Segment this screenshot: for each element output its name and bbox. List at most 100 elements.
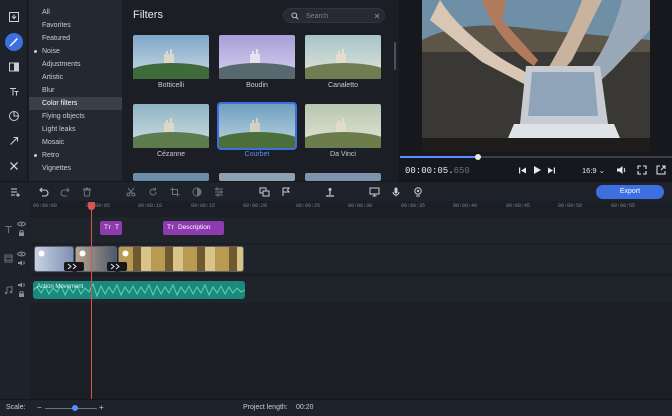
eye-icon[interactable] bbox=[17, 221, 26, 227]
filters-scrollbar[interactable] bbox=[394, 42, 396, 70]
magic-wand-icon[interactable] bbox=[5, 33, 23, 51]
category-noise[interactable]: Noise bbox=[29, 45, 122, 58]
playhead-handle[interactable] bbox=[88, 202, 95, 210]
lock-icon[interactable] bbox=[17, 230, 26, 236]
category-label: Featured bbox=[42, 35, 71, 42]
title-clip[interactable]: Tт Description bbox=[163, 221, 224, 235]
cut-icon[interactable] bbox=[125, 186, 137, 198]
zoom-in-icon[interactable]: + bbox=[99, 403, 104, 412]
microphone-icon[interactable] bbox=[390, 186, 402, 198]
tools-icon[interactable] bbox=[5, 157, 23, 175]
zoom-slider[interactable] bbox=[45, 408, 97, 409]
filter-thumbnail[interactable] bbox=[219, 173, 295, 181]
flag-marker-icon[interactable] bbox=[280, 186, 292, 198]
time-ruler[interactable]: 00:00:00 00:00:05 00:00:10 00:00:15 00:0… bbox=[30, 201, 672, 213]
ruler-tick: 00:00:40 bbox=[453, 203, 478, 209]
color-adjust-icon[interactable] bbox=[191, 186, 203, 198]
category-label: Favorites bbox=[42, 22, 71, 29]
filter-thumbnail-courbet[interactable] bbox=[217, 102, 297, 150]
aspect-ratio-dropdown[interactable]: 16:9 ⌄ bbox=[582, 166, 605, 175]
skip-forward-icon[interactable] bbox=[547, 166, 556, 175]
add-track-icon[interactable] bbox=[9, 186, 21, 198]
category-featured[interactable]: Featured bbox=[29, 32, 122, 45]
category-all[interactable]: All bbox=[29, 6, 122, 19]
category-label: Noise bbox=[42, 48, 60, 55]
ruler-tick: 00:00:25 bbox=[296, 203, 321, 209]
timecode-ms: 650 bbox=[453, 166, 470, 176]
speaker-icon[interactable] bbox=[17, 260, 26, 266]
filter-thumbnail[interactable] bbox=[305, 173, 381, 181]
filter-thumbnail-cezanne[interactable] bbox=[133, 104, 209, 148]
transition-icon[interactable] bbox=[107, 262, 127, 271]
speaker-icon[interactable] bbox=[17, 282, 26, 288]
zoom-slider-knob[interactable] bbox=[72, 405, 78, 411]
category-artistic[interactable]: Artistic bbox=[29, 71, 122, 84]
export-button[interactable]: Export bbox=[596, 185, 664, 199]
undo-icon[interactable] bbox=[37, 186, 49, 198]
lock-icon[interactable] bbox=[17, 291, 26, 297]
category-blur[interactable]: Blur bbox=[29, 84, 122, 97]
aspect-ratio-value: 16:9 bbox=[582, 166, 597, 175]
castle-icon bbox=[247, 47, 263, 63]
category-vignettes[interactable]: Vignettes bbox=[29, 162, 122, 175]
clear-search-icon[interactable] bbox=[374, 13, 380, 19]
delete-icon[interactable] bbox=[81, 186, 93, 198]
title-clip-icon: Tт bbox=[167, 224, 174, 231]
filter-thumbnail-boudin[interactable] bbox=[219, 35, 295, 79]
title-clip-label: T bbox=[115, 224, 119, 231]
overlay-icon[interactable] bbox=[258, 186, 270, 198]
category-favorites[interactable]: Favorites bbox=[29, 19, 122, 32]
redo-icon[interactable] bbox=[59, 186, 71, 198]
category-mosaic[interactable]: Mosaic bbox=[29, 136, 122, 149]
filter-thumbnail-botticelli[interactable] bbox=[133, 35, 209, 79]
title-clip[interactable]: Tт T bbox=[100, 221, 122, 235]
castle-icon bbox=[161, 47, 177, 63]
category-flying-objects[interactable]: Flying objects bbox=[29, 110, 122, 123]
timecode-main: 00:00:05. bbox=[405, 166, 454, 176]
clip-effect-icon bbox=[38, 250, 45, 257]
category-retro[interactable]: Retro bbox=[29, 149, 122, 162]
playhead[interactable] bbox=[91, 203, 92, 399]
castle-icon bbox=[247, 116, 263, 132]
castle-icon bbox=[161, 116, 177, 132]
screen-record-icon[interactable] bbox=[368, 186, 380, 198]
transition-icon[interactable] bbox=[64, 262, 84, 271]
rotate-icon[interactable] bbox=[147, 186, 159, 198]
filter-category-list: All Favorites Featured Noise Adjustments… bbox=[29, 0, 149, 181]
play-icon[interactable] bbox=[532, 165, 542, 175]
search-input[interactable] bbox=[306, 11, 370, 21]
fullscreen-icon[interactable] bbox=[637, 165, 647, 175]
transitions-icon[interactable] bbox=[5, 58, 23, 76]
search-box[interactable] bbox=[283, 8, 385, 23]
crop-icon[interactable] bbox=[169, 186, 181, 198]
castle-icon bbox=[333, 116, 349, 132]
playback-progress-knob[interactable] bbox=[475, 154, 481, 160]
tool-rail bbox=[0, 0, 28, 181]
category-color-filters[interactable]: Color filters bbox=[29, 97, 122, 110]
clip-properties-icon[interactable] bbox=[213, 186, 225, 198]
arrow-icon[interactable] bbox=[5, 132, 23, 150]
audio-clip[interactable]: Action Movement bbox=[33, 281, 245, 299]
stabilize-icon[interactable] bbox=[324, 186, 336, 198]
zoom-out-icon[interactable]: − bbox=[37, 403, 42, 412]
ruler-tick: 00:00:50 bbox=[558, 203, 583, 209]
titles-icon[interactable] bbox=[5, 83, 23, 101]
video-clip[interactable] bbox=[118, 246, 244, 272]
webcam-icon[interactable] bbox=[412, 186, 424, 198]
category-adjustments[interactable]: Adjustments bbox=[29, 58, 122, 71]
filter-thumbnail-canaletto[interactable] bbox=[305, 35, 381, 79]
category-label: All bbox=[42, 9, 50, 16]
eye-icon[interactable] bbox=[17, 251, 26, 257]
filter-thumbnail-da-vinci[interactable] bbox=[305, 104, 381, 148]
thumbnail-hill bbox=[305, 63, 381, 79]
title-track-icon bbox=[5, 225, 12, 233]
import-icon[interactable] bbox=[5, 8, 23, 26]
ruler-tick: 00:00:35 bbox=[401, 203, 426, 209]
skip-back-icon[interactable] bbox=[518, 166, 527, 175]
detach-preview-icon[interactable] bbox=[656, 165, 666, 175]
stickers-icon[interactable] bbox=[5, 107, 23, 125]
volume-icon[interactable] bbox=[616, 165, 627, 175]
filter-thumbnail[interactable] bbox=[133, 173, 209, 181]
music-note-icon bbox=[4, 286, 13, 295]
category-light-leaks[interactable]: Light leaks bbox=[29, 123, 122, 136]
